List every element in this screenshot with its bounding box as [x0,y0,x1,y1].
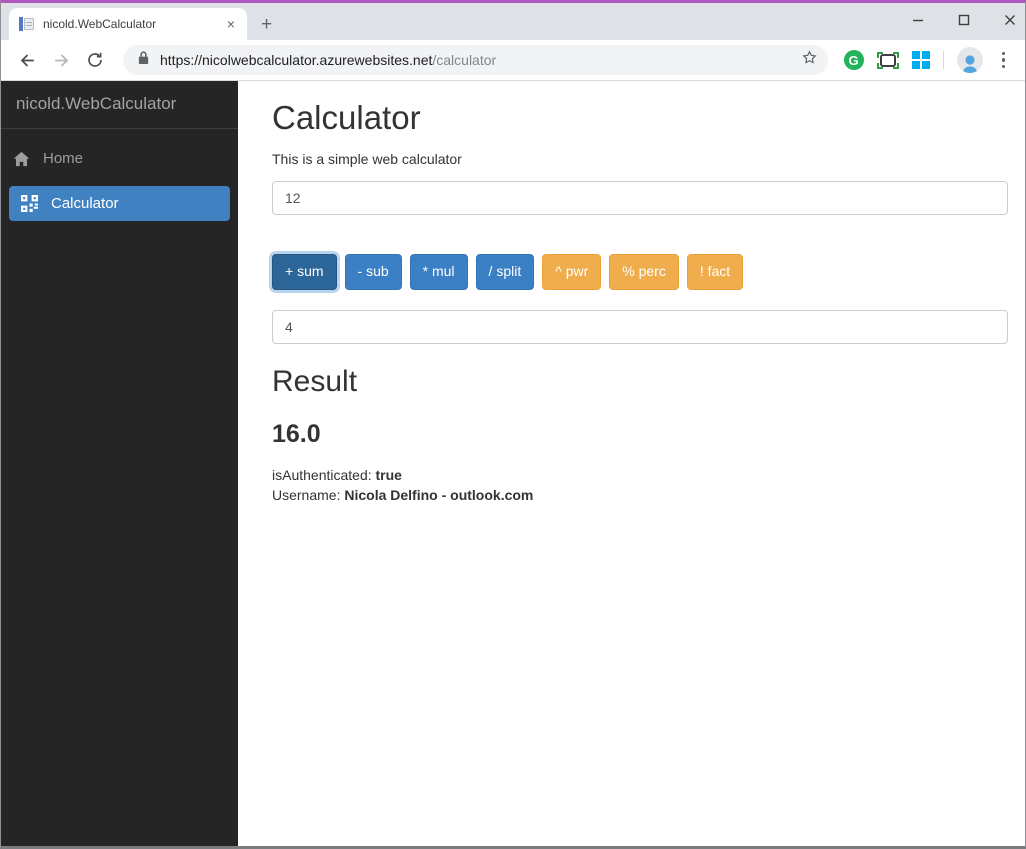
site-favicon-icon [19,16,35,32]
url-path: /calculator [432,52,497,68]
calc-button-sum[interactable]: + sum [272,254,337,290]
windows-icon[interactable] [911,51,930,69]
page-subtitle: This is a simple web calculator [272,151,462,167]
extension-icons: G [840,47,1016,73]
tab-title: nicold.WebCalculator [43,17,157,31]
result-title: Result [272,364,358,398]
qr-grid-icon [21,195,38,212]
sidebar-item-label: Home [43,150,84,167]
window-controls [909,5,1019,35]
sidebar-brand[interactable]: nicold.WebCalculator [1,81,238,129]
sidebar-item-calculator[interactable]: Calculator [9,186,230,221]
lock-icon [137,50,150,70]
maximize-button[interactable] [955,11,973,29]
minimize-button[interactable] [909,11,927,29]
calc-button-pwr[interactable]: ^ pwr [542,254,602,290]
address-bar[interactable]: https://nicolwebcalculator.azurewebsites… [123,45,828,75]
profile-avatar[interactable] [956,47,983,73]
result-value: 16.0 [272,419,321,448]
sidebar: nicold.WebCalculator Home Calculator [1,81,238,846]
url-host: https://nicolwebcalculator.azurewebsites… [160,52,433,68]
operation-buttons: + sum - sub * mul / split ^ pwr% perc! fact [272,254,1008,290]
operand2-input[interactable] [272,309,1008,344]
is-authenticated-label: isAuthenticated: [272,466,372,483]
back-icon[interactable] [13,46,41,74]
is-authenticated-line: isAuthenticated: true [272,465,1008,485]
page-title: Calculator [272,99,421,136]
is-authenticated-value: true [375,466,402,483]
refresh-icon[interactable] [81,46,109,74]
sidebar-item-home[interactable]: Home [1,142,238,175]
browser-menu-icon[interactable] [996,48,1012,73]
calc-button-fact[interactable]: ! fact [686,254,744,290]
auth-info: isAuthenticated: true Username: Nicola D… [272,465,1008,505]
calc-button-mul[interactable]: * mul [409,254,468,290]
tab-strip: nicold.WebCalculator × + [1,3,1025,40]
sidebar-nav: Home Calculator [1,129,238,221]
operand1-input[interactable] [272,181,1008,215]
username-value: Nicola Delfino - outlook.com [344,486,534,503]
browser-toolbar: https://nicolwebcalculator.azurewebsites… [1,40,1025,81]
forward-icon[interactable] [47,46,75,74]
browser-window: nicold.WebCalculator × + https://nicolwe… [0,0,1026,849]
calc-button-sub[interactable]: - sub [344,254,402,290]
browser-tab[interactable]: nicold.WebCalculator × [9,8,247,40]
toolbar-divider [942,51,944,69]
calc-button-perc[interactable]: % perc [609,254,679,290]
calc-button-split[interactable]: / split [475,254,535,290]
url-text: https://nicolwebcalculator.azurewebsites… [160,52,791,68]
tab-close-icon[interactable]: × [223,16,239,32]
bookmark-star-icon[interactable] [801,49,818,71]
page-content: nicold.WebCalculator Home Calculator Cal… [1,81,1025,846]
sidebar-item-label: Calculator [51,195,119,212]
calculator-page: Calculator This is a simple web calculat… [238,81,1025,846]
new-tab-button[interactable]: + [261,15,272,35]
home-icon [13,151,30,166]
grammarly-icon[interactable]: G [843,50,864,70]
username-line: Username: Nicola Delfino - outlook.com [272,485,1008,505]
username-label: Username: [272,486,341,503]
close-window-button[interactable] [1001,11,1019,29]
screenshot-extension-icon[interactable] [876,51,899,69]
